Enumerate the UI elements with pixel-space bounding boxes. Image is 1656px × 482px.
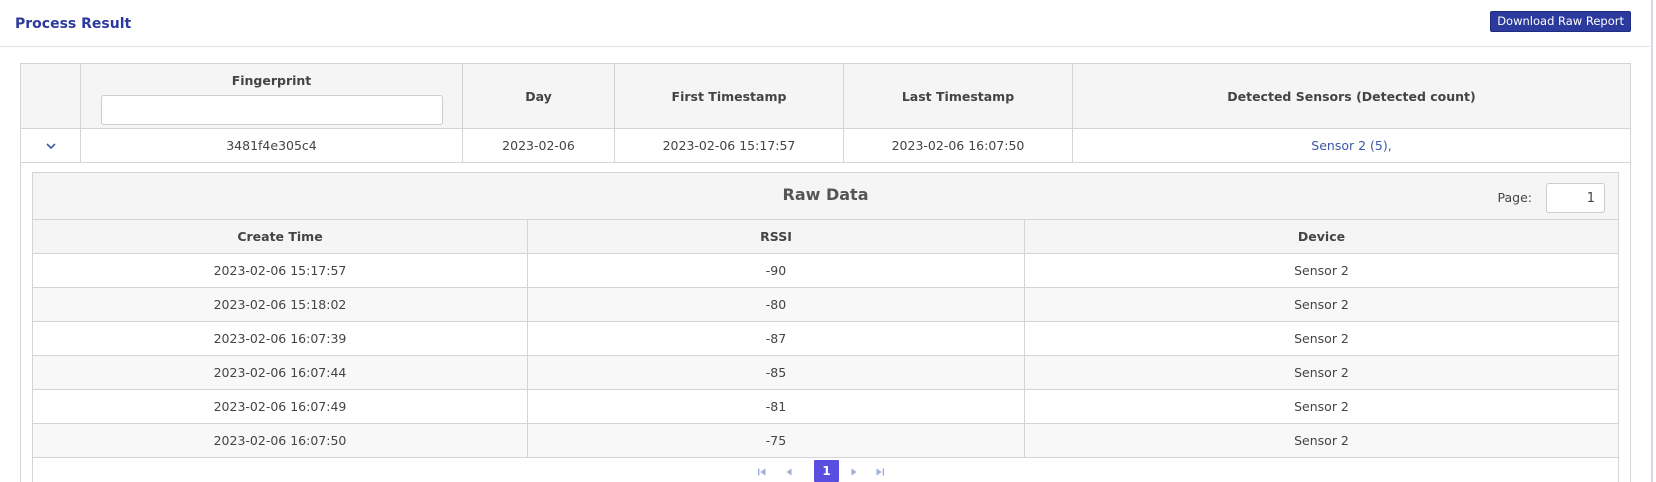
rssi-cell: -90 — [528, 254, 1025, 287]
raw-data-title-bar: Raw Data Page: — [33, 173, 1618, 220]
page-number-input[interactable] — [1546, 183, 1605, 213]
expand-column-header — [21, 64, 81, 128]
device-cell: Sensor 2 — [1294, 297, 1349, 312]
result-row: 3481f4e305c4 2023-02-06 2023-02-06 15:17… — [21, 129, 1630, 163]
day-cell: 2023-02-06 — [463, 129, 615, 162]
rssi-cell: -75 — [528, 424, 1025, 457]
device-cell: Sensor 2 — [1294, 263, 1349, 278]
rssi-column-header: RSSI — [528, 220, 1025, 253]
first-page-icon — [758, 468, 766, 475]
create-time-cell: 2023-02-06 16:07:49 — [33, 390, 528, 423]
rssi-cell: -85 — [528, 356, 1025, 389]
create-time-cell: 2023-02-06 15:18:02 — [33, 288, 528, 321]
create-time-cell: 2023-02-06 16:07:50 — [33, 424, 528, 457]
first-timestamp-column-header: First Timestamp — [615, 64, 844, 128]
rssi-cell: -87 — [528, 322, 1025, 355]
device-column-header: Device — [1297, 229, 1346, 244]
current-page-button[interactable]: 1 — [814, 460, 839, 482]
table-row: 2023-02-06 15:17:57 -90 Sensor 2 — [33, 254, 1618, 288]
table-row: 2023-02-06 15:18:02 -80 Sensor 2 — [33, 288, 1618, 322]
next-page-button[interactable] — [843, 461, 865, 482]
device-cell: Sensor 2 — [1294, 365, 1349, 380]
prev-page-button[interactable] — [778, 461, 800, 482]
create-time-cell: 2023-02-06 16:07:44 — [33, 356, 528, 389]
create-time-cell: 2023-02-06 16:07:39 — [33, 322, 528, 355]
rssi-cell: -81 — [528, 390, 1025, 423]
last-timestamp-cell: 2023-02-06 16:07:50 — [844, 129, 1073, 162]
table-row: 2023-02-06 16:07:39 -87 Sensor 2 — [33, 322, 1618, 356]
raw-data-header-row: Create Time RSSI Device — [33, 220, 1618, 254]
detected-sensors-cell: Sensor 2 (5), — [1073, 129, 1630, 162]
raw-data-title: Raw Data — [782, 185, 869, 204]
device-cell: Sensor 2 — [1294, 331, 1349, 346]
first-page-button[interactable] — [751, 461, 773, 482]
create-time-column-header: Create Time — [33, 220, 528, 253]
page-label: Page: — [1497, 190, 1532, 205]
prev-page-icon — [786, 468, 792, 475]
detected-sensors-column-header: Detected Sensors (Detected count) — [1227, 88, 1476, 104]
sensor-link[interactable]: Sensor 2 (5), — [1311, 138, 1391, 153]
day-column-header: Day — [463, 64, 615, 128]
last-page-button[interactable] — [869, 461, 891, 482]
rssi-cell: -80 — [528, 288, 1025, 321]
result-table-header: Fingerprint Day First Timestamp Last Tim… — [21, 64, 1630, 129]
page-title: Process Result — [15, 16, 132, 32]
chevron-down-icon — [45, 142, 56, 149]
last-page-icon — [876, 468, 884, 475]
download-raw-report-button[interactable]: Download Raw Report — [1490, 11, 1631, 32]
device-cell: Sensor 2 — [1294, 433, 1349, 448]
last-timestamp-column-header: Last Timestamp — [844, 64, 1073, 128]
pagination: 1 — [33, 459, 1618, 482]
fingerprint-header-label: Fingerprint — [231, 73, 312, 88]
result-table: Fingerprint Day First Timestamp Last Tim… — [20, 63, 1631, 482]
next-page-icon — [851, 468, 857, 475]
create-time-cell: 2023-02-06 15:17:57 — [33, 254, 528, 287]
fingerprint-filter-input[interactable] — [100, 95, 443, 125]
expand-toggle[interactable] — [21, 129, 81, 162]
fingerprint-cell: 3481f4e305c4 — [81, 129, 463, 162]
table-row: 2023-02-06 16:07:49 -81 Sensor 2 — [33, 390, 1618, 424]
first-timestamp-cell: 2023-02-06 15:17:57 — [615, 129, 844, 162]
fingerprint-column-header: Fingerprint — [81, 64, 463, 128]
table-row: 2023-02-06 16:07:50 -75 Sensor 2 — [33, 424, 1618, 458]
raw-data-panel: Raw Data Page: Create Time RSSI Device 2… — [32, 172, 1619, 482]
raw-data-rows: 2023-02-06 15:17:57 -90 Sensor 2 2023-02… — [33, 254, 1618, 458]
scrollbar-track[interactable] — [1651, 0, 1653, 482]
table-row: 2023-02-06 16:07:44 -85 Sensor 2 — [33, 356, 1618, 390]
page-header: Process Result Download Raw Report — [0, 0, 1650, 47]
device-cell: Sensor 2 — [1294, 399, 1349, 414]
